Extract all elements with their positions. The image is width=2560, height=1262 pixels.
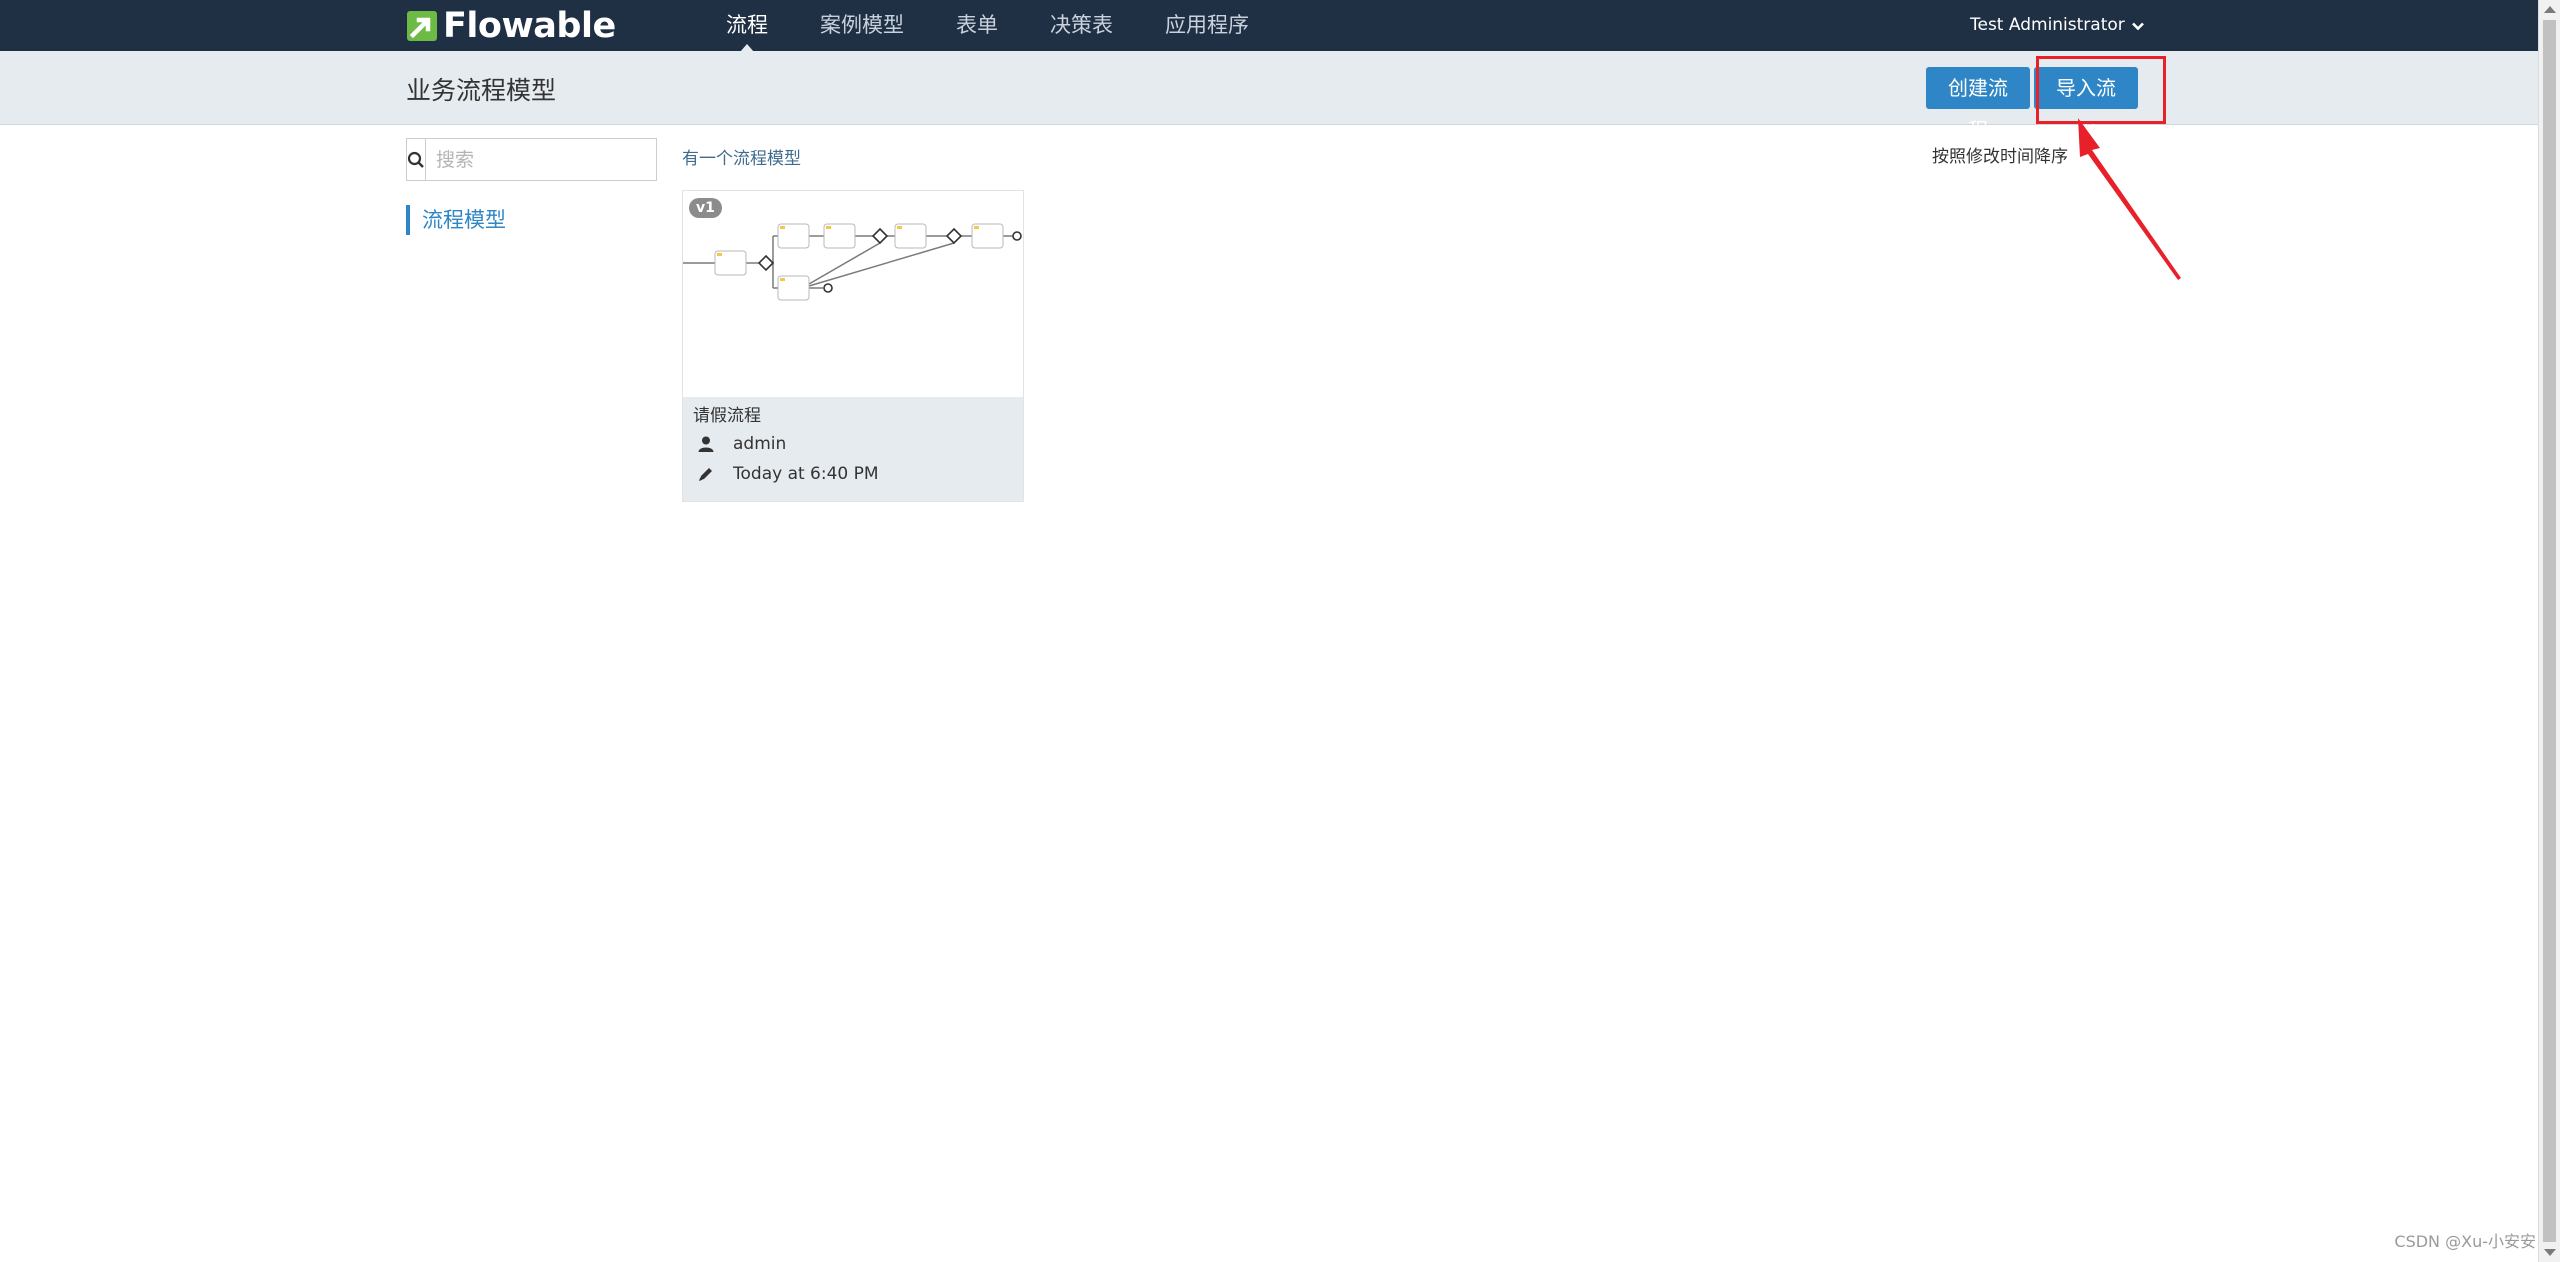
user-menu[interactable]: Test Administrator <box>1970 0 2145 51</box>
search-box <box>406 138 681 181</box>
model-name: 请假流程 <box>693 406 761 426</box>
annotation-arrow <box>2078 118 2181 280</box>
nav-item-apps[interactable]: 应用程序 <box>1139 0 1275 51</box>
nav-item-label: 表单 <box>956 13 998 37</box>
process-thumbnail: v1 <box>683 191 1023 397</box>
scroll-down-icon[interactable] <box>2544 1249 2556 1256</box>
model-author: admin <box>733 434 787 454</box>
sort-dropdown[interactable]: 按照修改时间降序 <box>1932 142 2068 167</box>
process-diagram-icon <box>683 223 1022 301</box>
nav-item-label: 流程 <box>726 13 768 37</box>
create-process-button[interactable]: 创建流程 <box>1926 67 2030 142</box>
nav-item-case-models[interactable]: 案例模型 <box>794 0 930 51</box>
pencil-icon <box>699 468 712 481</box>
nav-item-process[interactable]: 流程 <box>700 0 794 52</box>
author-row: admin <box>693 429 1013 459</box>
user-name: Test Administrator <box>1970 15 2125 35</box>
logo-text: Flowable <box>443 6 616 46</box>
search-button[interactable] <box>407 139 426 180</box>
search-input[interactable] <box>426 139 681 180</box>
chevron-down-icon <box>2131 22 2144 30</box>
top-navbar: Flowable 流程 案例模型 表单 决策表 应用程序 Test Admini… <box>0 0 2538 52</box>
flowable-logo-icon <box>407 11 437 41</box>
nav-item-label: 决策表 <box>1050 13 1113 37</box>
version-badge: v1 <box>689 198 722 218</box>
sidebar-item-process-models[interactable]: 流程模型 <box>406 205 506 235</box>
page-title: 业务流程模型 <box>406 76 557 105</box>
vertical-scrollbar[interactable] <box>2538 0 2560 1262</box>
flowable-logo[interactable]: Flowable <box>406 6 616 46</box>
modified-row: Today at 6:40 PM <box>693 459 1013 489</box>
search-icon <box>407 151 424 168</box>
sort-label: 按照修改时间降序 <box>1932 147 2068 167</box>
nav-item-decision-tables[interactable]: 决策表 <box>1024 0 1139 51</box>
nav-item-forms[interactable]: 表单 <box>930 0 1024 51</box>
process-model-card[interactable]: v1 请假流程 admin Today at 6:40 PM <box>682 190 1024 502</box>
watermark: CSDN @Xu-小安安 <box>2394 1232 2536 1251</box>
model-modified-time: Today at 6:40 PM <box>733 464 879 484</box>
model-count: 有一个流程模型 <box>682 149 801 169</box>
sidebar-item-label: 流程模型 <box>422 208 506 232</box>
scroll-thumb[interactable] <box>2543 20 2556 1242</box>
nav-item-label: 案例模型 <box>820 13 904 37</box>
user-icon <box>698 436 714 452</box>
card-details: 请假流程 admin Today at 6:40 PM <box>683 397 1023 501</box>
scroll-up-icon[interactable] <box>2544 6 2556 13</box>
nav-item-label: 应用程序 <box>1165 13 1249 37</box>
main-nav: 流程 案例模型 表单 决策表 应用程序 <box>700 0 1275 52</box>
